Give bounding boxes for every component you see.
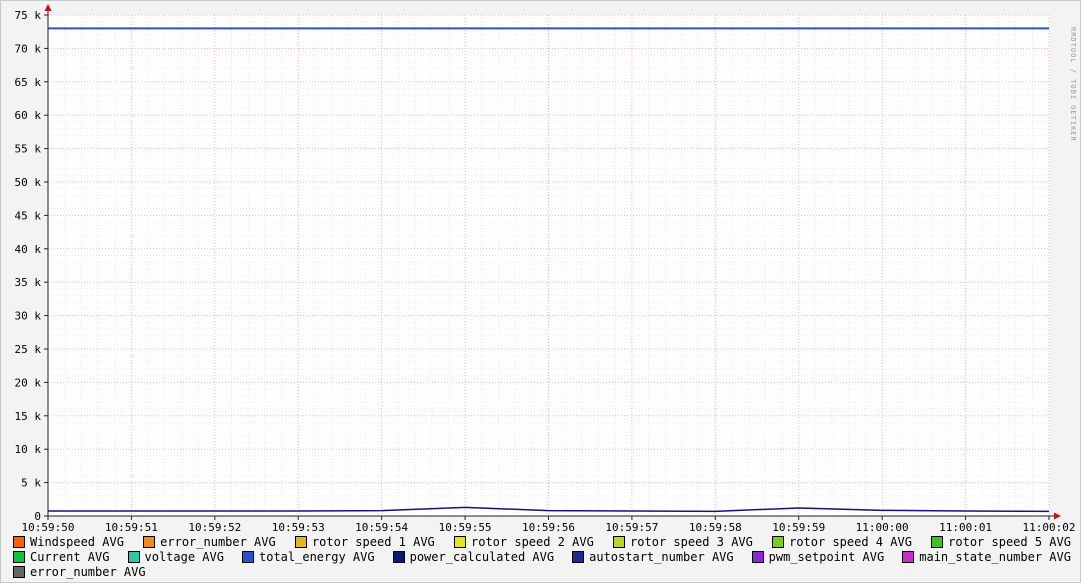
y-tick-label: 45 k [15, 209, 42, 222]
legend-label: voltage AVG [144, 549, 224, 564]
y-tick-label: 25 k [15, 343, 42, 356]
legend-item: rotor speed 1 AVG [294, 534, 435, 549]
y-axis-arrow [44, 4, 52, 11]
legend-swatch [294, 535, 307, 548]
legend-swatch [613, 535, 626, 548]
legend-label: error_number AVG [160, 534, 276, 549]
legend-swatch [13, 535, 25, 548]
legend-item: rotor speed 2 AVG [454, 535, 594, 549]
legend-item: error_number AVG [143, 535, 276, 549]
x-tick-label: 10:59:54 [355, 521, 408, 533]
y-tick-label: 70 k [15, 42, 42, 55]
legend-item: rotor speed 3 AVG [613, 535, 753, 549]
rrdtool-watermark: RRDTOOL / TOBI OETIKER [1069, 27, 1077, 142]
legend-item: rotor speed 4 AVG [772, 535, 912, 549]
legend-label: error_number AVG [30, 564, 146, 579]
legend-label: main_state_number AVG [919, 549, 1071, 564]
legend-label: autostart_number AVG [589, 549, 734, 564]
legend-label: rotor speed 5 AVG [948, 534, 1071, 549]
legend-label: rotor speed 4 AVG [789, 534, 912, 549]
y-tick-label: 30 k [15, 310, 42, 323]
x-tick-label: 10:59:56 [522, 521, 575, 533]
legend-swatch [13, 550, 25, 563]
y-tick-label: 60 k [15, 109, 42, 122]
legend-row-2: Current AVG voltage AVG total_energy AVG… [13, 549, 1071, 564]
legend-swatch [772, 535, 785, 548]
legend-item: Current AVG [13, 550, 109, 564]
x-tick-label: 10:59:59 [772, 521, 825, 533]
legend-swatch [572, 550, 585, 563]
x-tick-label: 11:00:02 [1023, 521, 1076, 533]
legend-swatch [127, 550, 140, 563]
y-tick-label: 35 k [15, 276, 42, 289]
legend-swatch [931, 535, 944, 548]
x-tick-label: 10:59:51 [105, 521, 158, 533]
legend-swatch [392, 550, 405, 563]
chart-plot: 10:59:50 10:59:51 10:59:52 10:59:53 10:59:54… [15, 4, 1076, 533]
legend-label: power_calculated AVG [409, 549, 555, 564]
y-tick-label: 65 k [15, 76, 42, 89]
legend-item: Windspeed AVG [13, 535, 124, 549]
x-tick-label: 11:00:01 [939, 521, 992, 533]
legend-item: autostart_number AVG [572, 550, 734, 564]
legend-label: total_energy AVG [259, 549, 375, 564]
legend: Windspeed AVG error_number AVG rotor spe… [13, 534, 1071, 579]
legend-swatch [902, 550, 915, 563]
x-tick-label: 10:59:55 [439, 521, 492, 533]
legend-item: voltage AVG [127, 549, 224, 564]
y-tick-label: 75 k [15, 9, 42, 22]
legend-row-3: error_number AVG [13, 564, 1071, 579]
x-axis-arrow [1054, 512, 1061, 520]
legend-item: error_number AVG [13, 565, 146, 579]
x-tick-label: 10:59:52 [188, 521, 241, 533]
y-tick-label: 40 k [15, 243, 42, 256]
x-tick-label: 10:59:50 [22, 521, 75, 533]
legend-row-1: Windspeed AVG error_number AVG rotor spe… [13, 534, 1071, 549]
legend-item: rotor speed 5 AVG [931, 535, 1071, 549]
y-tick-label: 50 k [15, 176, 42, 189]
legend-item: main_state_number AVG [902, 550, 1071, 564]
legend-label: pwm_setpoint AVG [768, 549, 885, 564]
legend-swatch [454, 535, 466, 548]
legend-item: power_calculated AVG [392, 549, 555, 564]
y-tick-label: 15 k [15, 410, 42, 423]
y-tick-label: 0 [34, 510, 41, 523]
legend-swatch [751, 550, 764, 563]
y-tick-label: 10 k [15, 443, 42, 456]
rrd-graph: 10:59:50 10:59:51 10:59:52 10:59:53 10:59:54… [0, 0, 1081, 583]
legend-label: Windspeed AVG [30, 534, 124, 549]
y-tick-label: 20 k [15, 376, 42, 389]
legend-item: total_energy AVG [242, 550, 375, 564]
legend-swatch [13, 565, 25, 578]
y-tick-label: 55 k [15, 143, 42, 156]
legend-label: rotor speed 1 AVG [311, 534, 435, 549]
x-tick-label: 10:59:53 [272, 521, 325, 533]
x-tick-label: 10:59:58 [689, 521, 742, 533]
legend-label: rotor speed 3 AVG [630, 534, 753, 549]
x-tick-label: 10:59:57 [605, 521, 658, 533]
x-tick-label: 11:00:00 [856, 521, 909, 533]
y-tick-label: 5 k [21, 477, 41, 490]
legend-swatch [143, 535, 156, 548]
legend-label: Current AVG [30, 549, 110, 564]
legend-label: rotor speed 2 AVG [471, 534, 594, 549]
legend-swatch [242, 550, 254, 563]
legend-item: pwm_setpoint AVG [751, 549, 885, 564]
